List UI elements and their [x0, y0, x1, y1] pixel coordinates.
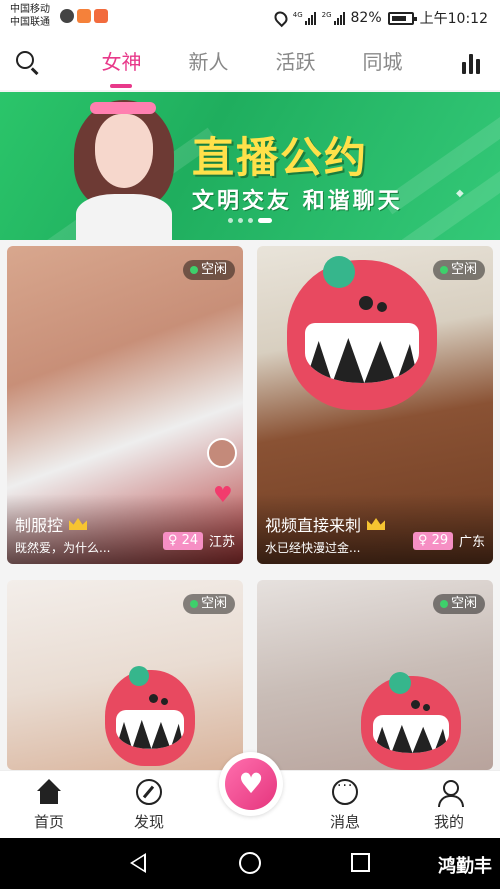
carrier-1: 中国移动 — [10, 4, 50, 15]
app-notification-icon — [77, 9, 91, 23]
tab-newcomer[interactable]: 新人 — [165, 34, 252, 90]
message-icon — [332, 778, 358, 805]
compass-icon — [136, 779, 162, 805]
sticker-monster-icon — [287, 256, 437, 410]
card-subtitle: 水已经快漫过金... — [265, 541, 361, 555]
nav-home[interactable]: 首页 — [14, 779, 84, 832]
card-title: 制服控 — [15, 516, 64, 535]
nav-discover[interactable]: 发现 — [114, 779, 184, 832]
home-circle-icon[interactable] — [239, 852, 261, 874]
banner-subtitle: 文明交友 和谐聊天 — [192, 189, 403, 214]
profile-icon — [436, 779, 464, 807]
avatar[interactable] — [207, 438, 237, 468]
search-icon[interactable] — [14, 49, 40, 75]
home-icon — [36, 779, 62, 805]
host-card[interactable]: 空闲 — [7, 580, 243, 770]
battery-percent: 82% — [350, 10, 382, 26]
sticker-monster-icon — [105, 666, 195, 766]
card-title: 视频直接来刺 — [265, 516, 362, 535]
page-dot — [248, 218, 253, 223]
signal-icon: 4G — [293, 11, 316, 25]
age-badge: ♀ 24 — [163, 532, 204, 550]
page-dot — [238, 218, 243, 223]
page-dot — [228, 218, 233, 223]
like-icon[interactable]: ♥ — [213, 485, 235, 507]
page-dot-active — [258, 218, 272, 223]
card-subtitle: 既然爱，为什么... — [15, 541, 111, 555]
location-icon — [271, 8, 290, 28]
nav-label: 我的 — [433, 813, 464, 831]
location-label: 江苏 — [208, 535, 235, 550]
app-notification-icon — [94, 9, 108, 23]
tab-goddess[interactable]: 女神 — [78, 34, 165, 90]
match-button[interactable]: ♥ — [219, 752, 283, 816]
nav-messages[interactable]: 消息 — [310, 778, 380, 832]
app-screen: 中国移动 中国联通 4G 2G 82% 上午10:12 女神 新人 活跃 同城 — [0, 0, 500, 889]
banner-title: 直播公约 — [192, 133, 369, 182]
host-card[interactable]: 空闲 ♥ 制服控 既然爱，为什么... ♀ 24 江苏 — [7, 246, 243, 564]
status-badge: 空闲 — [432, 260, 485, 280]
status-bar: 中国移动 中国联通 4G 2G 82% 上午10:12 — [0, 0, 500, 34]
sticker-monster-icon — [361, 672, 461, 770]
recent-apps-icon[interactable] — [351, 853, 370, 872]
status-right: 4G 2G 82% 上午10:12 — [271, 8, 488, 28]
nav-label: 首页 — [33, 813, 64, 831]
back-icon[interactable] — [130, 853, 146, 873]
crown-icon — [69, 518, 88, 530]
host-card[interactable]: 空闲 视频直接来刺 水已经快漫过金... ♀ 29 广东 — [257, 246, 493, 564]
carrier-info: 中国移动 中国联通 — [10, 3, 50, 29]
status-badge: 空闲 — [182, 594, 235, 614]
battery-icon — [387, 11, 417, 25]
nav-label: 消息 — [329, 813, 360, 831]
category-tabs: 女神 新人 活跃 同城 — [78, 34, 426, 90]
signal-icon: 2G — [322, 11, 345, 25]
hearts-icon: ♥ — [225, 758, 277, 810]
age-badge: ♀ 29 — [413, 532, 454, 550]
clock: 上午10:12 — [419, 11, 488, 27]
ranking-icon[interactable] — [462, 52, 484, 74]
system-nav-bar: 鸿勤丰 — [0, 838, 500, 889]
host-card[interactable]: 空闲 — [257, 580, 493, 770]
watermark: 鸿勤丰 — [438, 856, 492, 877]
tab-same-city[interactable]: 同城 — [339, 34, 426, 90]
status-badge: 空闲 — [432, 594, 485, 614]
message-notification-icon — [60, 9, 74, 23]
banner-badge-icon: ◆ — [456, 188, 464, 199]
banner-model-image — [68, 96, 180, 240]
location-label: 广东 — [458, 535, 485, 550]
nav-label: 发现 — [133, 813, 164, 831]
notification-icons — [60, 9, 108, 23]
carrier-2: 中国联通 — [10, 17, 50, 28]
crown-icon — [367, 518, 386, 530]
top-tab-bar: 女神 新人 活跃 同城 — [0, 34, 500, 90]
tab-active[interactable]: 活跃 — [252, 34, 339, 90]
status-badge: 空闲 — [182, 260, 235, 280]
nav-profile[interactable]: 我的 — [414, 779, 484, 832]
banner-pagination — [228, 218, 272, 223]
